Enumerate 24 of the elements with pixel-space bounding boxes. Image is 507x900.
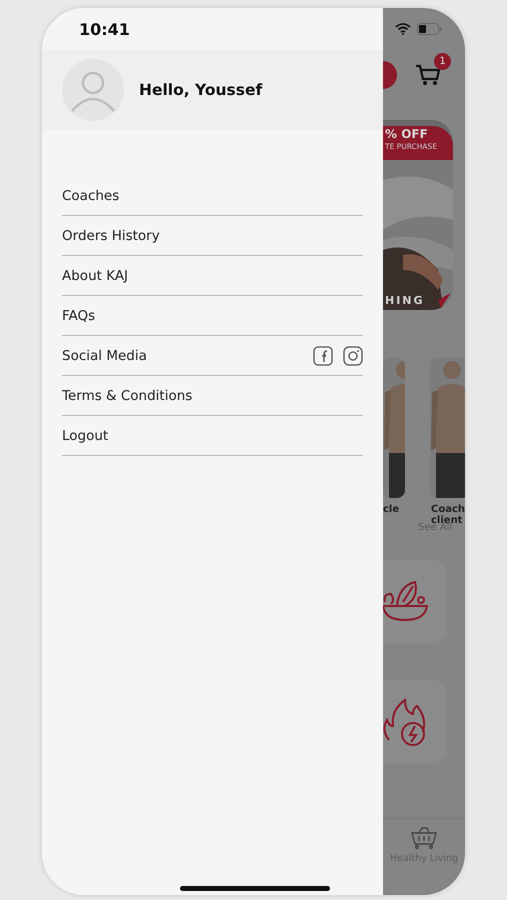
menu-item[interactable]: Orders History bbox=[62, 216, 363, 256]
battery-icon bbox=[417, 23, 442, 35]
banner-discount: % OFF bbox=[385, 126, 429, 142]
menu-item[interactable]: Social Media bbox=[62, 336, 363, 376]
menu-item[interactable]: About KAJ bbox=[62, 256, 363, 296]
facebook-icon[interactable] bbox=[313, 346, 333, 366]
category-card[interactable] bbox=[383, 680, 447, 764]
menu-item-label: Social Media bbox=[62, 348, 147, 364]
wifi-icon bbox=[395, 23, 411, 35]
banner-footer: HING bbox=[385, 294, 425, 307]
card-caption: Coach bbox=[431, 504, 465, 515]
cart-icon[interactable] bbox=[415, 63, 441, 87]
card-caption: cle bbox=[383, 504, 400, 515]
avatar-icon bbox=[62, 59, 124, 121]
menu-item[interactable]: Terms & Conditions bbox=[62, 376, 363, 416]
greeting-text: Hello, Youssef bbox=[139, 81, 262, 99]
menu-item[interactable]: Coaches bbox=[62, 176, 363, 216]
basket-icon[interactable] bbox=[411, 827, 437, 849]
cart-badge: 1 bbox=[434, 53, 451, 70]
category-card[interactable] bbox=[383, 560, 447, 644]
instagram-icon[interactable] bbox=[343, 346, 363, 366]
menu-item[interactable]: FAQs bbox=[62, 296, 363, 336]
menu-item[interactable]: Logout bbox=[62, 416, 363, 456]
status-time: 10:41 bbox=[79, 20, 130, 38]
